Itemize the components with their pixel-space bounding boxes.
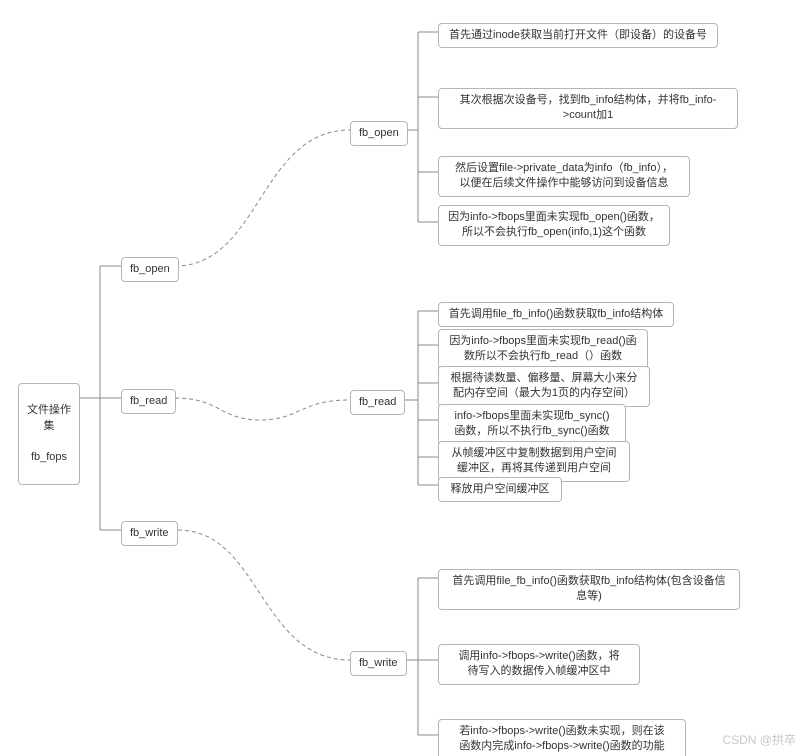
read-leaf-1: 首先调用file_fb_info()函数获取fb_info结构体	[438, 302, 674, 327]
read-leaf-4: info->fbops里面未实现fb_sync() 函数，所以不执行fb_syn…	[438, 404, 626, 445]
open-leaf-3: 然后设置file->private_data为info（fb_info）， 以便…	[438, 156, 690, 197]
write-leaf-3: 若info->fbops->write()函数未实现，则在该 函数内完成info…	[438, 719, 686, 756]
right-fb-open: fb_open	[350, 121, 408, 146]
root-line2: fb_fops	[27, 450, 71, 465]
mid-fb-read: fb_read	[121, 389, 176, 414]
mid-fb-write: fb_write	[121, 521, 178, 546]
right-fb-write: fb_write	[350, 651, 407, 676]
read-leaf-2: 因为info->fbops里面未实现fb_read()函 数所以不会执行fb_r…	[438, 329, 648, 370]
open-leaf-2: 其次根据次设备号，找到fb_info结构体，并将fb_info->count加1	[438, 88, 738, 129]
read-leaf-3: 根据待读数量、偏移量、屏幕大小来分 配内存空间（最大为1页的内存空间）	[438, 366, 650, 407]
root-line1: 文件操作集	[27, 403, 71, 434]
open-leaf-4: 因为info->fbops里面未实现fb_open()函数， 所以不会执行fb_…	[438, 205, 670, 246]
read-leaf-5: 从帧缓冲区中复制数据到用户空间 缓冲区，再将其传递到用户空间	[438, 441, 630, 482]
mid-fb-open: fb_open	[121, 257, 179, 282]
write-leaf-2: 调用info->fbops->write()函数，将 待写入的数据传入帧缓冲区中	[438, 644, 640, 685]
root-node: 文件操作集 fb_fops	[18, 383, 80, 485]
open-leaf-1: 首先通过inode获取当前打开文件（即设备）的设备号	[438, 23, 718, 48]
watermark: CSDN @拱卒	[722, 731, 796, 748]
right-fb-read: fb_read	[350, 390, 405, 415]
read-leaf-6: 释放用户空间缓冲区	[438, 477, 562, 502]
write-leaf-1: 首先调用file_fb_info()函数获取fb_info结构体(包含设备信息等…	[438, 569, 740, 610]
